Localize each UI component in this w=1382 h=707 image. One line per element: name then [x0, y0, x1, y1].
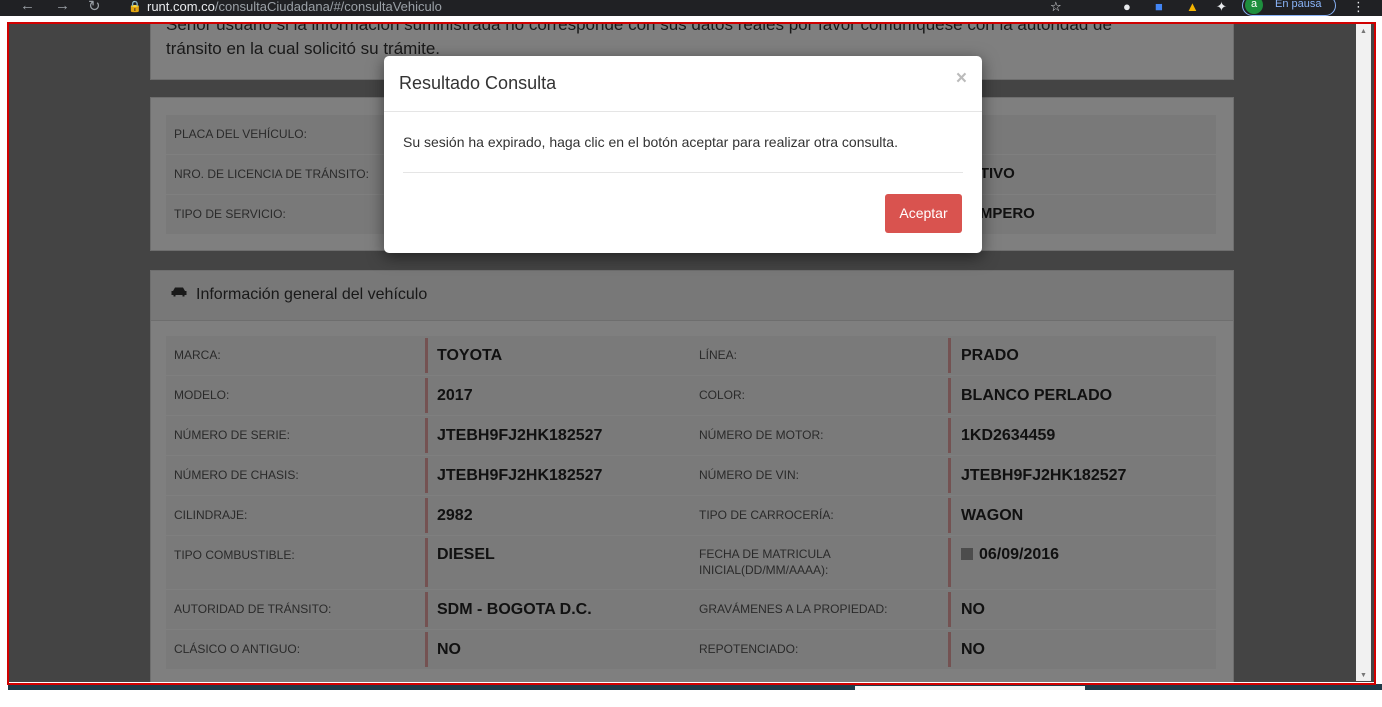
taskbar-bar: [8, 684, 1382, 690]
modal-message: Su sesión ha expirado, haga clic en el b…: [403, 134, 898, 150]
back-icon[interactable]: ←: [20, 0, 35, 14]
result-modal: Resultado Consulta × Su sesión ha expira…: [384, 56, 982, 253]
modal-divider: [403, 172, 963, 173]
scroll-up-icon[interactable]: ▲: [1360, 28, 1367, 35]
puzzle-icon[interactable]: ✦: [1216, 0, 1227, 15]
modal-header: Resultado Consulta ×: [384, 56, 982, 112]
url-path: /consultaCiudadana/#/consultaVehiculo: [214, 0, 442, 14]
taskbar-window: [855, 686, 1085, 690]
extension-icon[interactable]: ■: [1155, 0, 1163, 14]
bookmark-star-icon[interactable]: ☆: [1050, 0, 1062, 15]
menu-icon[interactable]: ⋮: [1352, 0, 1365, 15]
close-icon[interactable]: ×: [956, 68, 967, 90]
modal-title: Resultado Consulta: [399, 73, 557, 93]
profile-status: En pausa: [1275, 0, 1322, 10]
url-host: runt.com.co: [147, 0, 215, 14]
accept-button[interactable]: Aceptar: [885, 194, 962, 233]
scroll-down-icon[interactable]: ▼: [1360, 672, 1367, 679]
reload-icon[interactable]: ↻: [88, 0, 101, 15]
browser-toolbar: ← → ↻ 🔒 runt.com.co/consultaCiudadana/#/…: [0, 0, 1382, 16]
forward-icon[interactable]: →: [55, 0, 70, 14]
extension-icon[interactable]: ●: [1123, 0, 1131, 14]
window-edge: [1374, 22, 1382, 682]
lock-icon: 🔒: [128, 1, 142, 13]
taskbar: [8, 684, 1382, 707]
scrollbar[interactable]: ▲ ▼: [1356, 24, 1371, 681]
extension-icon[interactable]: ▲: [1186, 0, 1199, 14]
address-bar[interactable]: runt.com.co/consultaCiudadana/#/consulta…: [147, 0, 442, 14]
